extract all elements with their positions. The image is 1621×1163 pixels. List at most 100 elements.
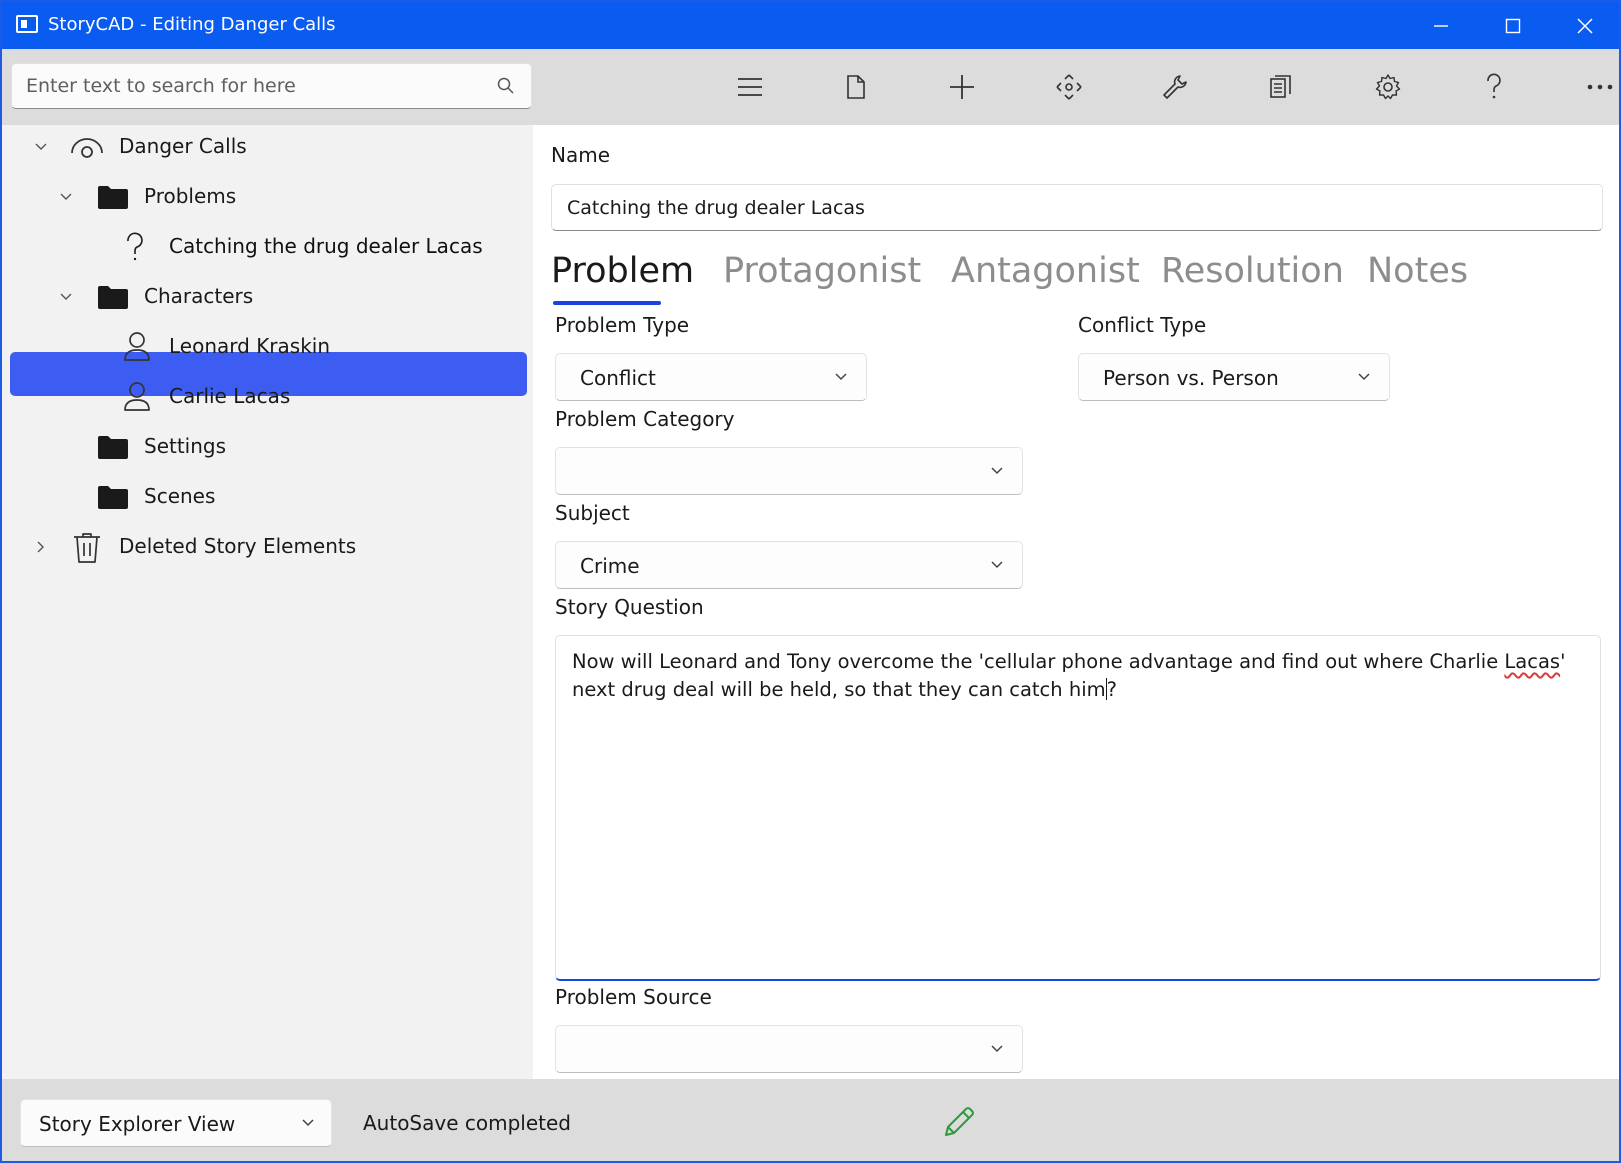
story-question-textarea[interactable]: Now will Leonard and Tony overcome the '…	[555, 635, 1601, 981]
tree-item-trash[interactable]: Deleted Story Elements	[2, 525, 533, 569]
tab-notes[interactable]: Notes	[1367, 251, 1468, 291]
wrench-icon	[1163, 75, 1187, 99]
more-icon	[1587, 84, 1613, 90]
chevron-down-icon	[991, 1045, 1003, 1053]
search-input[interactable]	[26, 64, 486, 108]
more-button[interactable]	[1578, 67, 1621, 107]
app-logo-icon	[16, 15, 38, 33]
view-selector-value: Story Explorer View	[39, 1112, 236, 1136]
problem-type-value: Conflict	[580, 366, 656, 390]
person-icon	[122, 380, 152, 414]
tree-item-label: Settings	[144, 434, 227, 458]
menu-button[interactable]	[728, 67, 772, 107]
chevron-down-icon[interactable]	[58, 189, 74, 205]
pencil-edit-icon[interactable]	[942, 1105, 976, 1139]
settings-icon	[1375, 74, 1401, 100]
view-selector-dropdown[interactable]: Story Explorer View	[20, 1099, 332, 1147]
tree-item-label: Characters	[144, 284, 254, 308]
active-tab-indicator	[553, 301, 661, 305]
search-icon[interactable]	[496, 76, 516, 96]
close-icon	[1577, 17, 1593, 34]
tab-problem[interactable]: Problem	[551, 251, 694, 291]
move-button[interactable]	[1047, 67, 1091, 107]
close-button[interactable]	[1551, 2, 1619, 49]
tab-protagonist[interactable]: Protagonist	[723, 251, 921, 291]
tab-resolution[interactable]: Resolution	[1161, 251, 1344, 291]
tree-item-character-leonard[interactable]: Leonard Kraskin	[2, 325, 533, 369]
problem-category-label: Problem Category	[555, 407, 735, 431]
problem-editor: Name Problem Protagonist Antagonist Reso…	[533, 125, 1619, 1079]
chevron-down-icon	[302, 1119, 314, 1127]
report-icon	[1270, 75, 1291, 98]
file-icon	[847, 75, 865, 99]
problem-category-dropdown[interactable]	[555, 447, 1023, 495]
tree-item-label: Danger Calls	[119, 134, 247, 158]
story-question-label: Story Question	[555, 595, 704, 619]
subject-dropdown[interactable]: Crime	[555, 541, 1023, 589]
tools-button[interactable]	[1153, 67, 1197, 107]
minimize-button[interactable]	[1407, 2, 1475, 49]
conflict-type-dropdown[interactable]: Person vs. Person	[1078, 353, 1390, 401]
status-message: AutoSave completed	[363, 1111, 571, 1135]
tree-item-danger-calls[interactable]: Danger Calls	[2, 125, 533, 169]
tree-item-label: Deleted Story Elements	[119, 534, 357, 558]
window-title: StoryCAD - Editing Danger Calls	[48, 14, 336, 35]
minimize-icon	[1434, 24, 1448, 27]
person-icon	[122, 330, 152, 364]
title-bar: StoryCAD - Editing Danger Calls	[2, 2, 1619, 49]
help-button[interactable]	[1472, 67, 1516, 107]
menu-icon	[738, 78, 762, 96]
tree-item-settings[interactable]: Settings	[2, 425, 533, 469]
story-question-text: Now will Leonard and Tony overcome the '…	[572, 650, 1566, 701]
tree-item-label: Carlie Lacas	[169, 384, 291, 408]
search-box[interactable]	[11, 63, 532, 109]
help-icon	[1487, 73, 1501, 99]
name-field[interactable]	[551, 184, 1603, 231]
tree-item-problems[interactable]: Problems	[2, 175, 533, 219]
problem-source-label: Problem Source	[555, 985, 712, 1009]
chevron-down-icon	[991, 561, 1003, 569]
tree-item-label: Catching the drug dealer Lacas	[169, 234, 483, 258]
add-icon	[950, 75, 974, 99]
chevron-down-icon	[1358, 373, 1370, 381]
tree-item-scenes[interactable]: Scenes	[2, 475, 533, 519]
chevron-down-icon	[991, 467, 1003, 475]
toolbar	[2, 49, 1619, 125]
tree-item-label: Scenes	[144, 484, 216, 508]
tree-item-character-carlie[interactable]: Carlie Lacas	[2, 375, 533, 419]
question-mark-icon	[125, 232, 145, 262]
tree-item-problem-catching-drug-dealer[interactable]: Catching the drug dealer Lacas	[10, 225, 527, 269]
story-explorer-tree: Danger Calls Problems Catching the drug …	[2, 125, 533, 1079]
tree-item-label: Leonard Kraskin	[169, 334, 331, 358]
add-element-button[interactable]	[940, 67, 984, 107]
name-input[interactable]	[567, 185, 1587, 230]
folder-icon	[97, 284, 129, 310]
problem-type-dropdown[interactable]: Conflict	[555, 353, 867, 401]
trash-icon	[72, 531, 102, 565]
app-window: StoryCAD - Editing Danger Calls Enter te…	[0, 0, 1621, 1163]
tree-item-label: Problems	[144, 184, 237, 208]
folder-icon	[97, 484, 129, 510]
folder-icon	[97, 184, 129, 210]
problem-type-label: Problem Type	[555, 313, 690, 337]
reports-button[interactable]	[1259, 67, 1303, 107]
subject-value: Crime	[580, 554, 640, 578]
move-icon	[1056, 74, 1082, 100]
chevron-down-icon[interactable]	[58, 289, 74, 305]
status-bar: Story Explorer View AutoSave completed	[2, 1079, 1619, 1161]
spelling-error: Lacas	[1504, 650, 1561, 673]
open-file-button[interactable]	[834, 67, 878, 107]
problem-source-dropdown[interactable]	[555, 1025, 1023, 1073]
chevron-down-icon	[835, 373, 847, 381]
chevron-right-icon[interactable]	[33, 539, 49, 555]
tab-antagonist[interactable]: Antagonist	[951, 251, 1140, 291]
maximize-icon	[1505, 18, 1521, 33]
preferences-button[interactable]	[1366, 67, 1410, 107]
conflict-type-value: Person vs. Person	[1103, 366, 1279, 390]
tree-item-characters[interactable]: Characters	[2, 275, 533, 319]
conflict-type-label: Conflict Type	[1078, 313, 1207, 337]
maximize-button[interactable]	[1479, 2, 1547, 49]
subject-label: Subject	[555, 501, 630, 525]
folder-icon	[97, 434, 129, 460]
chevron-down-icon[interactable]	[33, 139, 49, 155]
